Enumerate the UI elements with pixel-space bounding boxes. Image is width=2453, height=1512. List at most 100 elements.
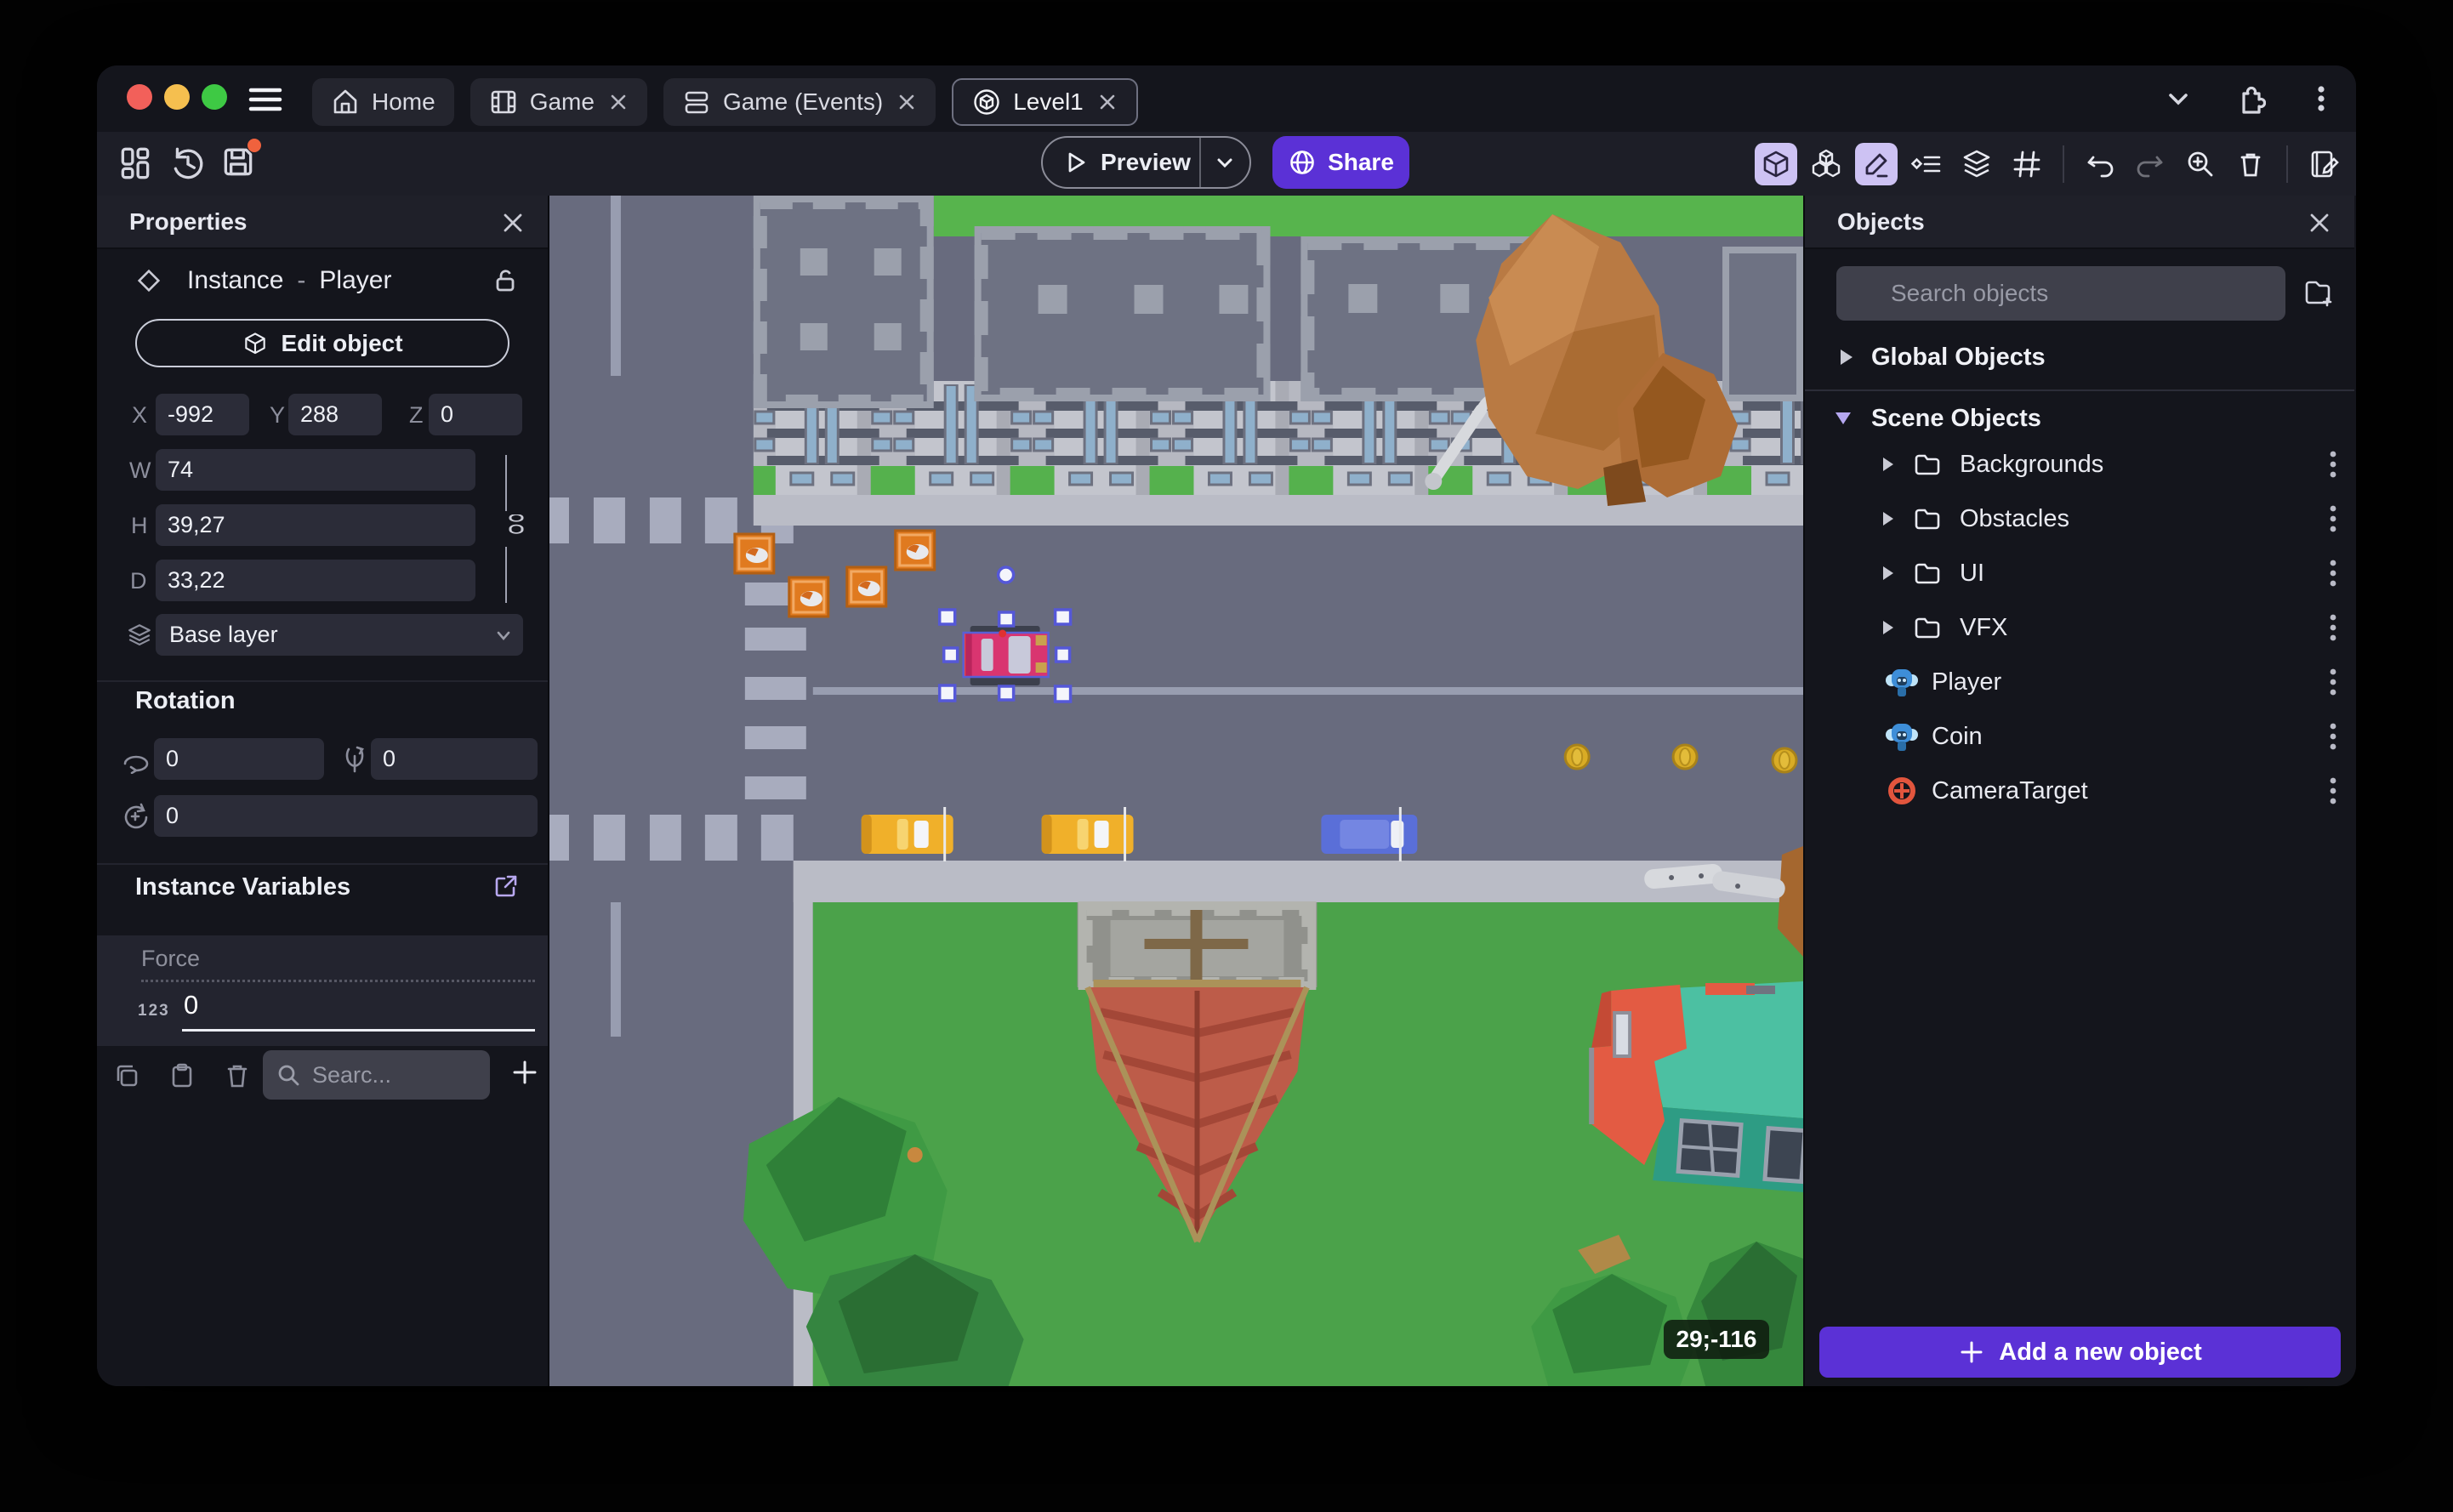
tab-game-events[interactable]: Game (Events) [663,78,936,126]
depth-label: D [130,568,147,594]
objects-mode-button[interactable] [1805,143,1847,185]
close-window-button[interactable] [127,84,152,110]
chevron-down-icon[interactable] [2162,82,2194,115]
plus-icon [1961,1341,1983,1363]
link-aspect-icon[interactable] [505,514,527,542]
x-input[interactable] [156,394,249,435]
rotate-y-icon [345,746,364,773]
taxi-car[interactable] [861,807,953,861]
layer-select[interactable]: Base layer [156,614,523,656]
layers-button[interactable] [1955,143,1998,185]
history-icon[interactable] [168,144,208,183]
film-icon [489,88,518,117]
divider [97,863,548,865]
project-manager-icon[interactable] [116,144,155,183]
edit-object-label: Edit object [281,329,403,356]
toggle-3d-view-button[interactable] [1755,142,1797,185]
rotation-y-input[interactable] [371,738,538,780]
instances-list-button[interactable] [1905,143,1948,185]
close-panel-icon[interactable] [2307,210,2332,236]
scene-canvas[interactable]: 29;-116 [548,196,1805,1386]
kebab-menu-icon[interactable] [2305,82,2337,115]
close-tab-icon[interactable] [1097,92,1118,112]
edit-object-button[interactable]: Edit object [135,319,509,367]
save-icon[interactable] [219,139,261,183]
taxi-car[interactable] [1041,807,1134,861]
cube-3d-icon [1763,151,1789,177]
item-menu-icon[interactable] [2329,668,2337,696]
width-input[interactable] [156,449,475,491]
delete-button[interactable] [2229,143,2272,185]
preview-options-button[interactable] [1201,151,1249,173]
unlock-icon[interactable] [492,267,519,294]
zoom-in-icon [2188,151,2213,176]
scene-objects-group[interactable]: Scene Objects [1805,400,2354,437]
tab-level1[interactable]: Level1 [952,78,1138,126]
depth-input[interactable] [156,560,475,601]
rotation-x-input[interactable] [154,738,324,780]
paste-icon[interactable] [168,1061,196,1090]
item-menu-icon[interactable] [2329,613,2337,642]
chevron-down-icon [1217,158,1232,168]
folder-icon [1915,509,1940,530]
edit-mode-button[interactable] [1855,142,1898,185]
cube-3d-icon [245,332,266,354]
preview-button[interactable]: Preview [1043,149,1199,176]
pencil-icon [1865,153,1888,177]
item-menu-icon[interactable] [2329,559,2337,588]
main-menu-icon[interactable] [248,87,282,112]
variable-value[interactable]: 0 [184,990,198,1020]
tab-game[interactable]: Game [470,78,647,126]
item-menu-icon[interactable] [2329,776,2337,805]
selected-instance-player-car[interactable] [962,626,1050,685]
scene-properties-button[interactable] [2302,143,2345,185]
trash-icon[interactable] [223,1061,252,1090]
folder-icon [1915,563,1940,584]
item-menu-icon[interactable] [2329,504,2337,533]
tree-item-backgrounds[interactable]: Backgrounds [1805,437,2354,492]
tree-item-obstacles[interactable]: Obstacles [1805,492,2354,546]
tree-item-player[interactable]: Player [1805,655,2354,709]
rotation-z-input[interactable] [154,795,538,837]
share-button[interactable]: Share [1272,136,1409,189]
object-3d-model-icon [1886,724,1918,751]
rotation-anchor [996,566,1016,584]
tree-item-coin[interactable]: Coin [1805,709,2354,764]
divider [2286,145,2288,183]
grid-button[interactable] [2006,143,2048,185]
tree-item-label: Backgrounds [1960,450,2104,478]
close-panel-icon[interactable] [500,210,526,236]
unsaved-changes-badge [248,139,261,152]
tab-home[interactable]: Home [312,78,454,126]
sidewalk-top [753,495,1803,526]
tree-item-cameratarget[interactable]: CameraTarget [1805,764,2354,818]
item-menu-icon[interactable] [2329,450,2337,479]
objects-search-input[interactable] [1836,266,2285,321]
divider [97,680,548,682]
chevron-right-icon [1841,350,1853,365]
global-objects-group[interactable]: Global Objects [1805,338,2354,376]
add-folder-icon[interactable] [2302,276,2334,309]
close-tab-icon[interactable] [896,92,917,112]
tree-item-ui[interactable]: UI [1805,546,2354,600]
add-new-object-button[interactable]: Add a new object [1819,1327,2341,1378]
undo-button[interactable] [2079,143,2121,185]
item-menu-icon[interactable] [2329,722,2337,751]
z-input[interactable] [429,394,522,435]
blue-car[interactable] [1321,807,1418,861]
tree-item-vfx[interactable]: VFX [1805,600,2354,655]
layers-icon [128,624,151,646]
minimize-window-button[interactable] [164,84,190,110]
copy-icon[interactable] [112,1061,141,1090]
scene-render [549,196,1803,1386]
open-external-icon[interactable] [493,873,519,899]
maximize-window-button[interactable] [202,84,227,110]
add-variable-button[interactable] [508,1055,542,1089]
zoom-in-button[interactable] [2179,143,2222,185]
play-icon [1068,152,1085,173]
redo-button[interactable] [2129,143,2171,185]
height-input[interactable] [156,504,475,546]
y-input[interactable] [288,394,382,435]
close-tab-icon[interactable] [608,92,629,112]
extensions-puzzle-icon[interactable] [2234,82,2266,115]
